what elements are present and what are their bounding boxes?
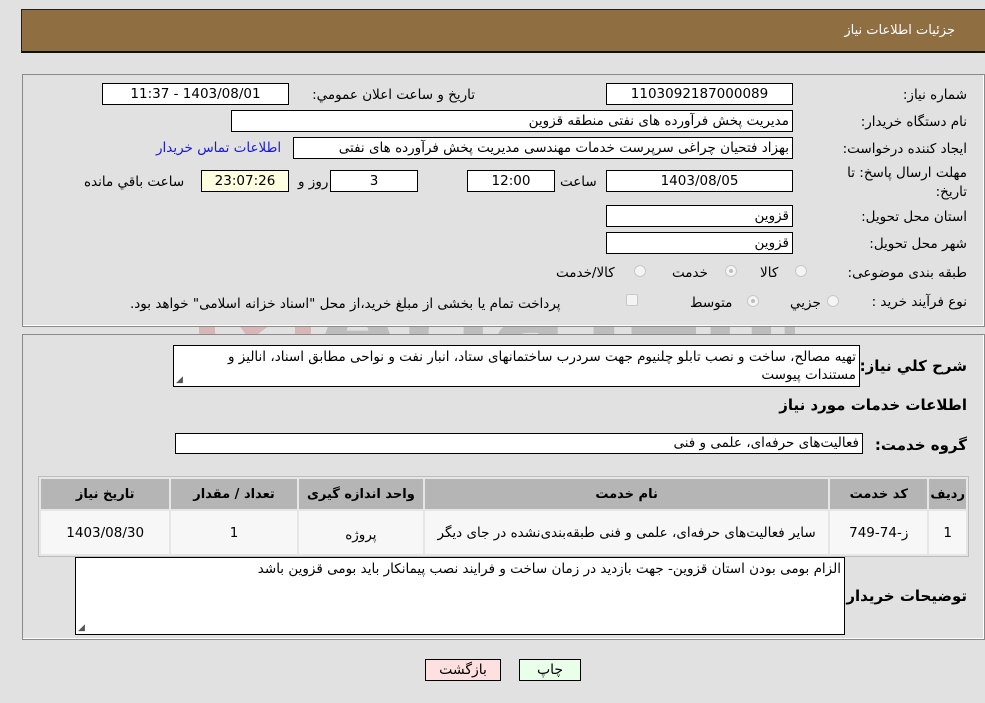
requester-field[interactable]: بهزاد فتحیان چراغی سرپرست خدمات مهندسی م… xyxy=(293,137,793,159)
announce-datetime-field[interactable]: 1403/08/01 - 11:37 xyxy=(102,83,289,105)
col-header-row-number: ردیف xyxy=(929,479,966,509)
description-textarea[interactable]: تهیه مصالح، ساخت و نصب تابلو چلنیوم جهت … xyxy=(173,345,860,387)
col-header-service-code: کد خدمت xyxy=(830,479,928,509)
table-row: 1 ز-74-749 سایر فعالیت‌های حرفه‌ای، علمی… xyxy=(41,511,966,554)
services-section-title: اطلاعات خدمات مورد نیاز xyxy=(779,396,967,414)
col-header-unit: واحد اندازه گیری xyxy=(298,479,424,509)
purchase-type-radio-minor[interactable] xyxy=(827,295,839,307)
buyer-notes-text: الزام بومی بودن استان قزوین- جهت بازدید … xyxy=(257,561,841,577)
purchase-type-radio-medium[interactable] xyxy=(747,295,759,307)
col-header-need-date: تاریخ نیاز xyxy=(41,479,170,509)
buyer-notes-label: توضیحات خریدار: xyxy=(840,587,967,605)
city-field[interactable]: قزوین xyxy=(606,232,793,254)
deadline-time-label: ساعت xyxy=(560,174,597,190)
province-field[interactable]: قزوین xyxy=(606,205,793,227)
cell-row-number: 1 xyxy=(929,511,966,554)
category-radio-goods-service[interactable] xyxy=(634,265,646,277)
page-header: جزئیات اطلاعات نیاز xyxy=(21,9,985,53)
purchase-type-option-minor: جزيي xyxy=(790,295,821,311)
category-radio-goods[interactable] xyxy=(795,265,807,277)
buyer-notes-textarea[interactable]: الزام بومی بودن استان قزوین- جهت بازدید … xyxy=(75,557,845,635)
page-title: جزئیات اطلاعات نیاز xyxy=(844,23,955,38)
days-label: روز و xyxy=(298,174,329,190)
category-option-goods-service: کالا/خدمت xyxy=(556,265,615,281)
services-table-wrap: ردیف کد خدمت نام خدمت واحد اندازه گیری ت… xyxy=(38,476,969,557)
col-header-service-name: نام خدمت xyxy=(425,479,829,509)
buyer-org-field[interactable]: مدیریت پخش فرآورده های نفتی منطقه قزوین xyxy=(231,110,793,132)
print-button[interactable]: چاپ xyxy=(519,659,581,681)
description-label: شرح کلي نیاز: xyxy=(859,357,967,375)
time-remaining-label: ساعت باقي مانده xyxy=(84,174,185,190)
purchase-type-option-medium: متوسط xyxy=(690,295,733,311)
time-remaining-field[interactable]: 23:07:26 xyxy=(201,170,289,192)
resize-grip-icon[interactable]: ◢ xyxy=(176,376,183,385)
back-button[interactable]: بازگشت xyxy=(425,659,501,681)
description-text: تهیه مصالح، ساخت و نصب تابلو چلنیوم جهت … xyxy=(227,349,856,383)
deadline-time-field[interactable]: 12:00 xyxy=(467,170,555,192)
province-label: استان محل تحویل: xyxy=(861,209,967,225)
resize-grip-icon[interactable]: ◢ xyxy=(78,624,85,633)
col-header-quantity: تعداد / مقدار xyxy=(171,479,297,509)
buyer-contact-link[interactable]: اطلاعات تماس خریدار xyxy=(156,140,281,156)
cell-service-code: ز-74-749 xyxy=(830,511,928,554)
buyer-org-label: نام دستگاه خریدار: xyxy=(860,114,967,130)
city-label: شهر محل تحویل: xyxy=(869,236,967,252)
cell-unit: پروژه xyxy=(298,511,424,554)
service-group-label: گروه خدمت: xyxy=(874,436,967,454)
need-number-label: شماره نیاز: xyxy=(902,87,967,103)
table-header-row: ردیف کد خدمت نام خدمت واحد اندازه گیری ت… xyxy=(41,479,966,509)
cell-quantity: 1 xyxy=(171,511,297,554)
need-number-field[interactable]: 1103092187000089 xyxy=(606,83,793,105)
category-option-service: خدمت xyxy=(672,265,708,281)
cell-need-date: 1403/08/30 xyxy=(41,511,170,554)
days-remaining-field[interactable]: 3 xyxy=(330,170,418,192)
deadline-label: مهلت ارسال پاسخ: تا تاریخ: xyxy=(847,165,967,200)
purchase-type-label: نوع فرآیند خرید : xyxy=(871,294,967,310)
treasury-checkbox-label: پرداخت تمام یا بخشی از مبلغ خرید،از محل … xyxy=(130,296,561,312)
announce-datetime-label: تاریخ و ساعت اعلان عمومي: xyxy=(312,87,475,103)
services-table: ردیف کد خدمت نام خدمت واحد اندازه گیری ت… xyxy=(38,476,969,557)
category-option-goods: کالا xyxy=(760,265,779,281)
cell-service-name: سایر فعالیت‌های حرفه‌ای، علمی و فنی طبقه… xyxy=(425,511,829,554)
category-radio-service[interactable] xyxy=(725,265,737,277)
treasury-checkbox[interactable] xyxy=(626,294,638,306)
requester-label: ایجاد کننده درخواست: xyxy=(842,141,967,157)
service-group-field[interactable]: فعالیت‌های حرفه‌ای، علمی و فنی xyxy=(175,433,863,454)
category-label: طبقه بندی موضوعی: xyxy=(847,265,967,281)
deadline-date-field[interactable]: 1403/08/05 xyxy=(606,170,793,192)
